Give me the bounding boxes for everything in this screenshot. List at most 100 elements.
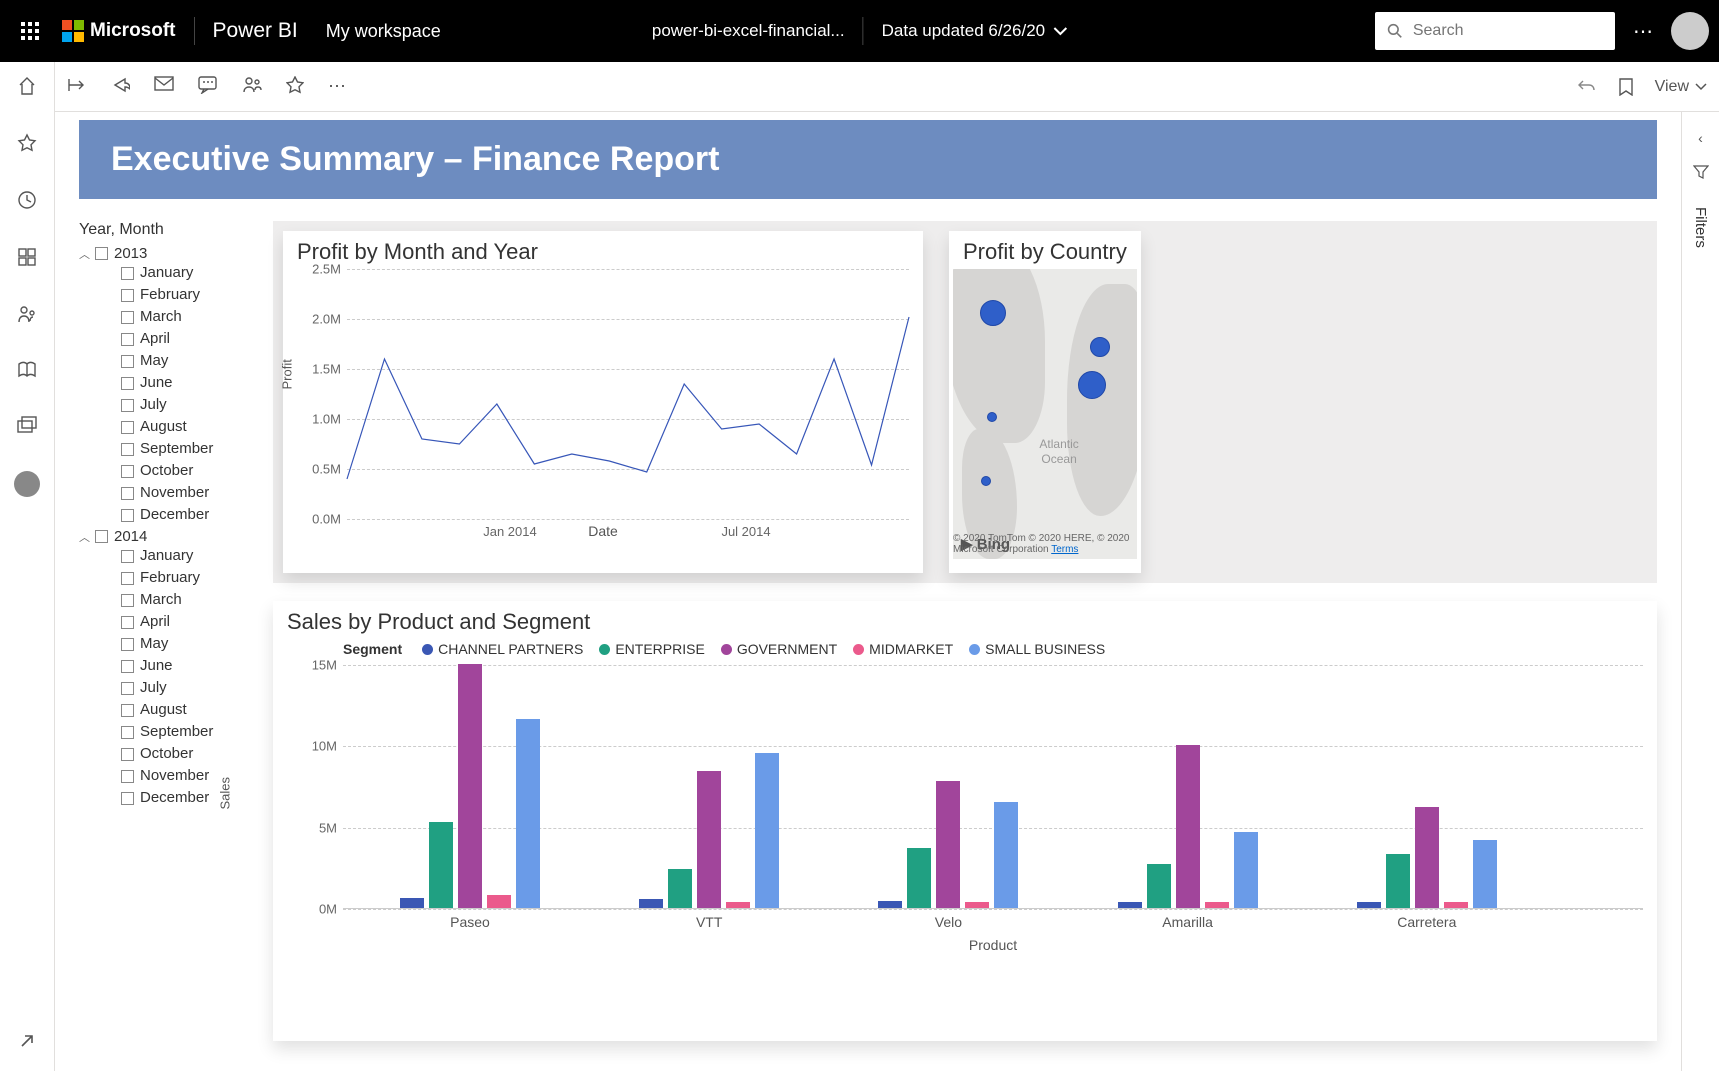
slicer-month[interactable]: July	[79, 394, 259, 416]
apps-icon[interactable]	[17, 247, 37, 272]
profit-by-month-chart[interactable]: Profit by Month and Year Profit 0.0M0.5M…	[283, 231, 923, 573]
learn-icon[interactable]	[17, 361, 37, 384]
legend-item[interactable]: CHANNEL PARTNERS	[422, 641, 583, 657]
checkbox[interactable]	[121, 616, 134, 629]
checkbox[interactable]	[121, 333, 134, 346]
data-updated-dropdown[interactable]: Data updated 6/26/20	[882, 21, 1068, 41]
legend-item[interactable]: ENTERPRISE	[599, 641, 704, 657]
slicer-month[interactable]: March	[79, 306, 259, 328]
shared-icon[interactable]	[17, 304, 37, 329]
slicer-month[interactable]: March	[79, 589, 259, 611]
bar[interactable]	[907, 848, 931, 908]
bar[interactable]	[458, 664, 482, 908]
slicer-month[interactable]: April	[79, 611, 259, 633]
slicer-month[interactable]: February	[79, 284, 259, 306]
slicer-month[interactable]: November	[79, 482, 259, 504]
home-icon[interactable]	[17, 76, 37, 101]
recent-icon[interactable]	[17, 190, 37, 215]
slicer-month[interactable]: June	[79, 372, 259, 394]
slicer-month[interactable]: June	[79, 655, 259, 677]
terms-link[interactable]: Terms	[1051, 544, 1078, 555]
app-name[interactable]: Power BI	[213, 19, 298, 43]
bar[interactable]	[936, 781, 960, 908]
bar[interactable]	[1205, 902, 1229, 908]
map-point-usa[interactable]	[987, 412, 997, 422]
bar[interactable]	[1473, 840, 1497, 908]
slicer-year[interactable]: ︿2013	[79, 245, 259, 262]
slicer-month[interactable]: July	[79, 677, 259, 699]
mail-icon[interactable]	[154, 76, 174, 97]
chevron-left-icon[interactable]: ‹	[1698, 130, 1703, 146]
date-slicer[interactable]: Year, Month ︿2013JanuaryFebruaryMarchApr…	[79, 221, 259, 1041]
checkbox[interactable]	[121, 311, 134, 324]
slicer-month[interactable]: May	[79, 350, 259, 372]
workspaces-icon[interactable]	[17, 416, 37, 439]
checkbox[interactable]	[121, 770, 134, 783]
slicer-month[interactable]: October	[79, 460, 259, 482]
checkbox[interactable]	[121, 748, 134, 761]
bar[interactable]	[516, 719, 540, 908]
slicer-month[interactable]: February	[79, 567, 259, 589]
checkbox[interactable]	[121, 399, 134, 412]
slicer-month[interactable]: September	[79, 438, 259, 460]
comment-icon[interactable]	[198, 76, 218, 97]
checkbox[interactable]	[121, 550, 134, 563]
legend-item[interactable]: SMALL BUSINESS	[969, 641, 1105, 657]
checkbox[interactable]	[121, 377, 134, 390]
view-dropdown[interactable]: View	[1655, 78, 1707, 96]
checkbox[interactable]	[121, 704, 134, 717]
file-export-icon[interactable]	[68, 76, 88, 97]
checkbox[interactable]	[121, 594, 134, 607]
bar[interactable]	[487, 895, 511, 908]
slicer-month[interactable]: August	[79, 699, 259, 721]
profit-by-country-map[interactable]: Profit by Country AtlanticOcean ▶ Bing ©…	[949, 231, 1141, 573]
more-icon[interactable]: ⋯	[1633, 19, 1653, 44]
bar[interactable]	[726, 902, 750, 909]
open-external-icon[interactable]	[18, 1032, 36, 1055]
map-canvas[interactable]: AtlanticOcean ▶ Bing © 2020 TomTom © 202…	[953, 269, 1137, 559]
bar[interactable]	[994, 802, 1018, 908]
checkbox[interactable]	[121, 638, 134, 651]
bar[interactable]	[1147, 864, 1171, 908]
checkbox[interactable]	[121, 487, 134, 500]
bar[interactable]	[1176, 745, 1200, 908]
slicer-month[interactable]: April	[79, 328, 259, 350]
slicer-month[interactable]: January	[79, 545, 259, 567]
file-name[interactable]: power-bi-excel-financial...	[652, 21, 845, 41]
bar[interactable]	[400, 898, 424, 908]
checkbox[interactable]	[121, 267, 134, 280]
my-workspace-icon[interactable]	[14, 471, 40, 497]
bookmark-icon[interactable]	[1619, 78, 1633, 96]
bar[interactable]	[1415, 807, 1439, 908]
slicer-month[interactable]: October	[79, 743, 259, 765]
teams-icon[interactable]	[242, 76, 262, 97]
bar[interactable]	[429, 822, 453, 908]
bar[interactable]	[878, 901, 902, 908]
map-point-france[interactable]	[1078, 371, 1106, 399]
bar[interactable]	[1444, 902, 1468, 909]
favorite-star-icon[interactable]	[286, 76, 304, 97]
slicer-month[interactable]: September	[79, 721, 259, 743]
slicer-year[interactable]: ︿2014	[79, 528, 259, 545]
caret-up-icon[interactable]: ︿	[79, 246, 89, 262]
more-options-icon[interactable]: ⋯	[328, 76, 346, 97]
app-launcher-icon[interactable]	[10, 22, 50, 40]
workspace-name[interactable]: My workspace	[326, 21, 441, 42]
map-point-mexico[interactable]	[981, 476, 991, 486]
checkbox[interactable]	[121, 443, 134, 456]
checkbox[interactable]	[95, 530, 108, 543]
slicer-month[interactable]: August	[79, 416, 259, 438]
checkbox[interactable]	[121, 572, 134, 585]
checkbox[interactable]	[121, 682, 134, 695]
caret-up-icon[interactable]: ︿	[79, 529, 89, 545]
checkbox[interactable]	[121, 726, 134, 739]
favorites-icon[interactable]	[17, 133, 37, 158]
bar[interactable]	[697, 771, 721, 908]
sales-by-product-segment-chart[interactable]: Sales by Product and Segment Segment CHA…	[273, 601, 1657, 1041]
slicer-month[interactable]: January	[79, 262, 259, 284]
checkbox[interactable]	[121, 289, 134, 302]
slicer-month[interactable]: May	[79, 633, 259, 655]
undo-icon[interactable]	[1577, 78, 1597, 96]
bar[interactable]	[965, 902, 989, 909]
search-input[interactable]	[1413, 22, 1603, 40]
